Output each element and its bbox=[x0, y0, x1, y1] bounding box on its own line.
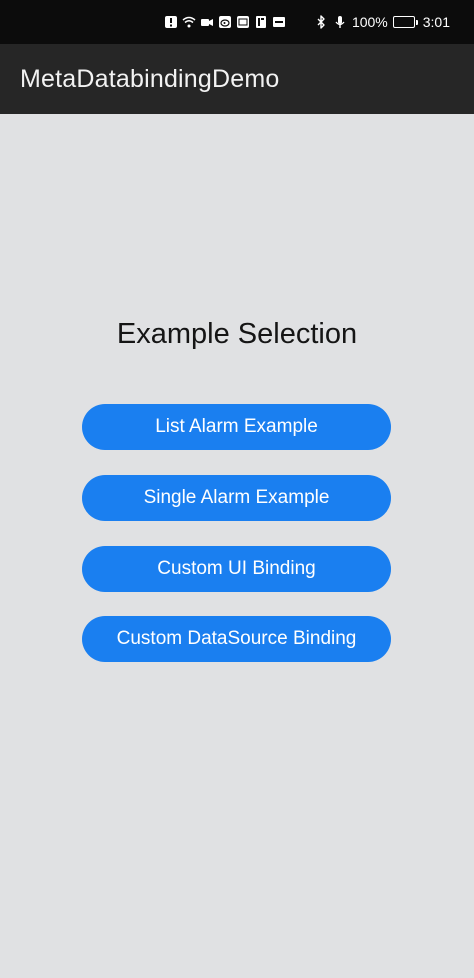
clock: 3:01 bbox=[422, 14, 450, 30]
microphone-icon bbox=[333, 15, 347, 29]
mpg-icon bbox=[272, 15, 286, 29]
main-content: Example Selection List Alarm Example Sin… bbox=[0, 114, 474, 978]
notification-icons bbox=[164, 15, 286, 29]
system-status: 100% 3:01 bbox=[314, 14, 450, 30]
book-icon bbox=[254, 15, 268, 29]
weibo-icon bbox=[218, 15, 232, 29]
video-icon bbox=[200, 15, 214, 29]
list-alarm-example-button[interactable]: List Alarm Example bbox=[82, 404, 391, 450]
wifi-icon bbox=[182, 15, 196, 29]
battery-percent: 100% bbox=[351, 14, 388, 30]
custom-ui-binding-button[interactable]: Custom UI Binding bbox=[82, 546, 391, 592]
alert-icon bbox=[164, 15, 178, 29]
app-bar: MetaDatabindingDemo bbox=[0, 44, 474, 114]
bluetooth-icon bbox=[314, 15, 328, 29]
battery-icon bbox=[392, 16, 418, 28]
status-bar: 100% 3:01 bbox=[0, 0, 474, 44]
app-icon bbox=[236, 15, 250, 29]
app-title: MetaDatabindingDemo bbox=[20, 64, 280, 93]
page-heading: Example Selection bbox=[116, 318, 358, 350]
custom-datasource-binding-button[interactable]: Custom DataSource Binding bbox=[82, 616, 391, 662]
single-alarm-example-button[interactable]: Single Alarm Example bbox=[82, 475, 391, 521]
